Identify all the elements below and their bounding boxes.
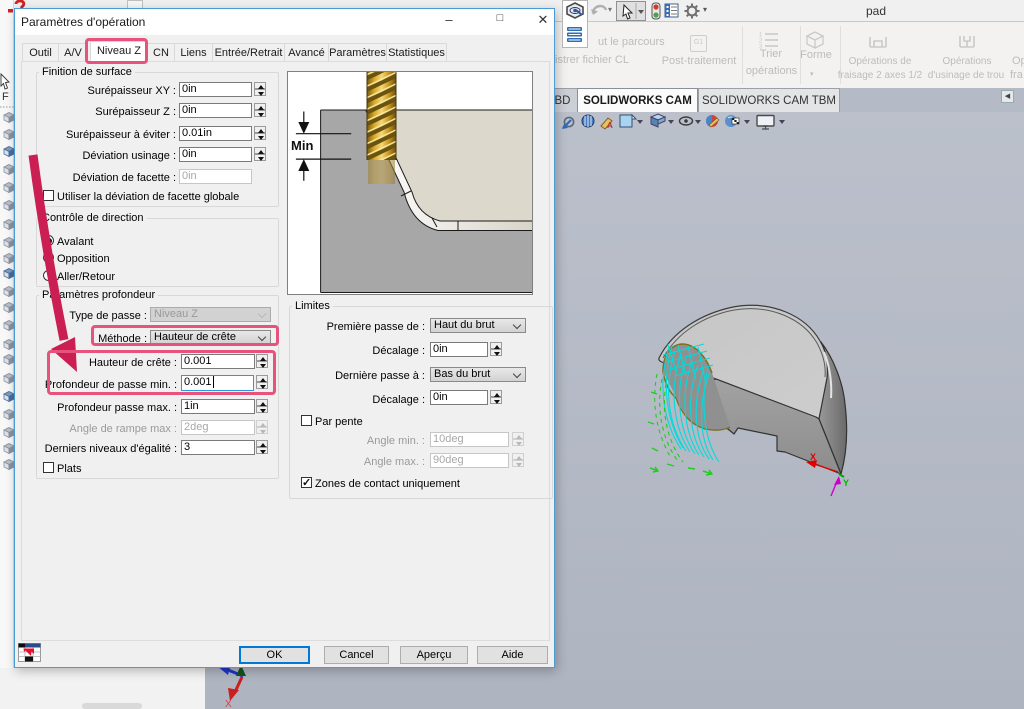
svg-text:Min: Min: [291, 138, 313, 153]
svg-text:X: X: [810, 452, 816, 462]
svg-text:A: A: [607, 121, 613, 130]
svg-text:Y: Y: [843, 478, 849, 488]
svg-text:X: X: [225, 699, 232, 709]
